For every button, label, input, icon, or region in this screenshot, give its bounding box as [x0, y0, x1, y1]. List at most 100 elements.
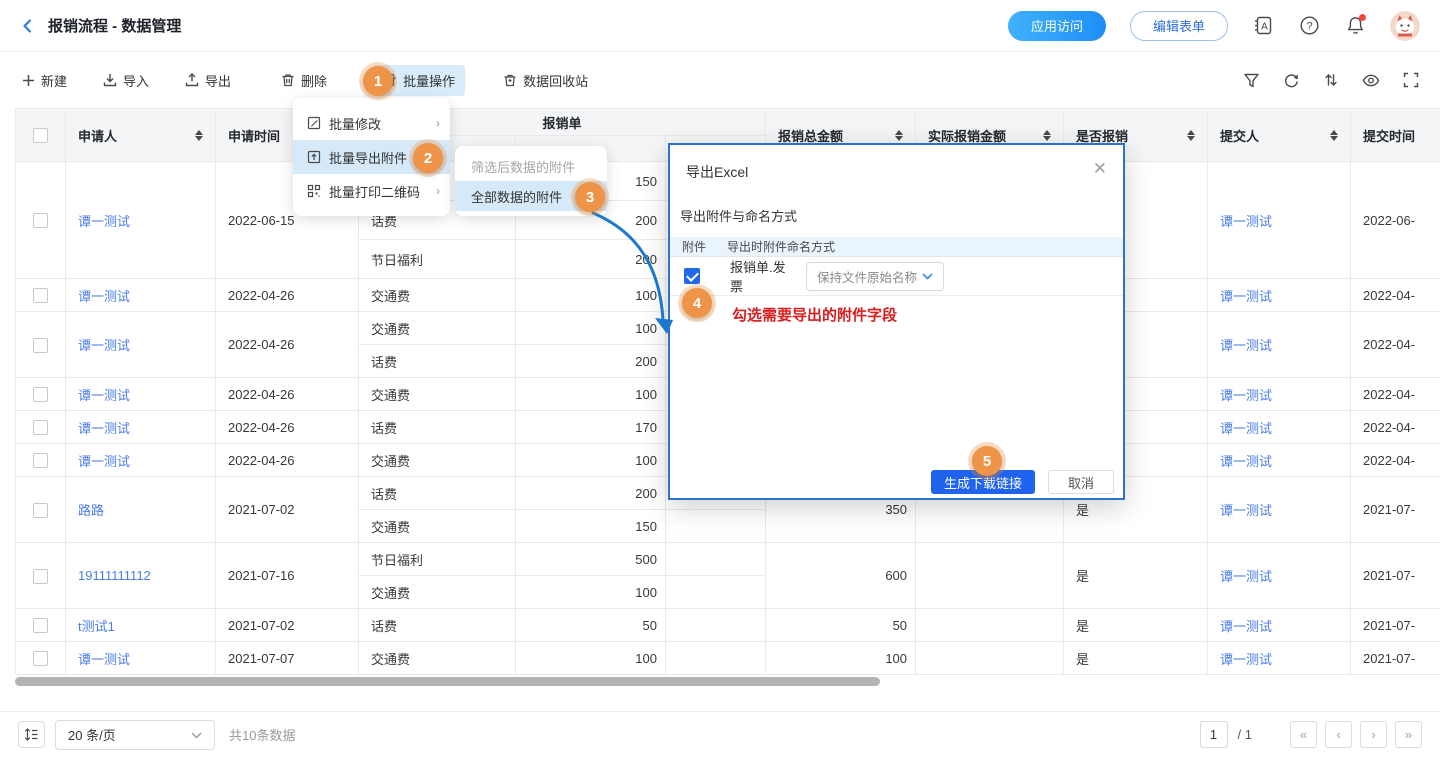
expense-extra-cell — [666, 642, 766, 675]
expense-extra-cell — [666, 609, 766, 642]
back-button[interactable] — [20, 18, 36, 34]
applicant-link[interactable]: 谭一测试 — [78, 289, 130, 304]
applicant-link[interactable]: 路路 — [78, 503, 104, 518]
sort-reimbursed[interactable] — [1187, 130, 1195, 141]
submitter-link[interactable]: 谭一测试 — [1220, 214, 1272, 229]
page-number-input[interactable]: 1 — [1200, 721, 1228, 748]
actual-amount-cell — [916, 543, 1064, 609]
table-toolbar: 新建 导入 导出 删除 批量操作 数据回收站 — [0, 52, 1440, 108]
page-size-select[interactable]: 20 条/页 — [55, 720, 215, 750]
expense-amount-cell: 50 — [516, 609, 666, 642]
expense-amount-cell: 100 — [516, 312, 666, 345]
row-select-cell — [16, 642, 66, 675]
refresh-icon[interactable] — [1282, 71, 1300, 89]
last-page-button[interactable]: » — [1395, 721, 1422, 748]
row-checkbox[interactable] — [33, 453, 48, 468]
edit-form-button[interactable]: 编辑表单 — [1130, 11, 1228, 41]
menu-item-batch-print-qrcode[interactable]: 批量打印二维码 › — [293, 174, 450, 208]
applicant-link[interactable]: 谭一测试 — [78, 454, 130, 469]
notification-bell-icon[interactable] — [1344, 15, 1366, 37]
applicant-cell: t测试1 — [66, 609, 216, 642]
sort-submitter[interactable] — [1330, 130, 1338, 141]
sort-icon[interactable] — [1322, 71, 1340, 89]
submitter-cell: 谭一测试 — [1208, 312, 1351, 378]
page-total-text: / 1 — [1238, 727, 1252, 742]
submitter-link[interactable]: 谭一测试 — [1220, 421, 1272, 436]
row-checkbox[interactable] — [33, 651, 48, 666]
expense-amount-cell: 200 — [516, 240, 666, 279]
fullscreen-icon[interactable] — [1402, 71, 1420, 89]
sort-total[interactable] — [895, 130, 903, 141]
export-button[interactable]: 导出 — [181, 65, 235, 96]
actual-amount-cell — [916, 609, 1064, 642]
submitter-link[interactable]: 谭一测试 — [1220, 569, 1272, 584]
visibility-icon[interactable] — [1362, 71, 1380, 89]
filter-icon[interactable] — [1242, 71, 1260, 89]
row-checkbox[interactable] — [33, 288, 48, 303]
import-button[interactable]: 导入 — [99, 65, 153, 96]
horizontal-scrollbar[interactable] — [15, 677, 880, 686]
applicant-link[interactable]: 谭一测试 — [78, 338, 130, 353]
help-icon[interactable]: ? — [1298, 15, 1320, 37]
close-icon[interactable]: ✕ — [1093, 162, 1107, 176]
applicant-link[interactable]: 谭一测试 — [78, 388, 130, 403]
submitter-link[interactable]: 谭一测试 — [1220, 388, 1272, 403]
sort-actual[interactable] — [1043, 130, 1051, 141]
row-checkbox[interactable] — [33, 569, 48, 584]
submitter-link[interactable]: 谭一测试 — [1220, 619, 1272, 634]
recycle-bin-button[interactable]: 数据回收站 — [499, 65, 592, 96]
row-checkbox[interactable] — [33, 338, 48, 353]
row-select-cell — [16, 444, 66, 477]
expense-type-cell: 节日福利 — [359, 240, 516, 279]
row-height-button[interactable] — [18, 721, 45, 748]
sort-applicant[interactable] — [195, 130, 203, 141]
row-checkbox[interactable] — [33, 213, 48, 228]
row-checkbox[interactable] — [33, 387, 48, 402]
expense-type-cell: 话费 — [359, 477, 516, 510]
chevron-right-icon: › — [436, 116, 440, 130]
applicant-link[interactable]: 谭一测试 — [78, 652, 130, 667]
submitter-link[interactable]: 谭一测试 — [1220, 454, 1272, 469]
applicant-link[interactable]: 谭一测试 — [78, 421, 130, 436]
submitter-cell: 谭一测试 — [1208, 543, 1351, 609]
next-page-button[interactable]: › — [1360, 721, 1387, 748]
cancel-button[interactable]: 取消 — [1048, 470, 1114, 494]
avatar[interactable] — [1390, 11, 1420, 41]
submitter-link[interactable]: 谭一测试 — [1220, 652, 1272, 667]
submenu-item-filtered-attachments[interactable]: 筛选后数据的附件 — [455, 151, 607, 181]
expense-type-cell: 交通费 — [359, 510, 516, 543]
submitter-link[interactable]: 谭一测试 — [1220, 338, 1272, 353]
row-select-cell — [16, 378, 66, 411]
row-checkbox[interactable] — [33, 503, 48, 518]
submit-time-cell: 2021-07- — [1351, 609, 1440, 642]
row-select-cell — [16, 477, 66, 543]
applicant-cell: 谭一测试 — [66, 378, 216, 411]
row-checkbox[interactable] — [33, 618, 48, 633]
expense-type-cell: 话费 — [359, 411, 516, 444]
language-icon[interactable]: A — [1252, 15, 1274, 37]
app-access-button[interactable]: 应用访问 — [1008, 11, 1106, 41]
menu-item-batch-edit[interactable]: 批量修改 › — [293, 106, 450, 140]
applicant-link[interactable]: t测试1 — [78, 619, 115, 634]
reimbursed-cell: 是 — [1064, 543, 1208, 609]
attachment-table-header: 附件 导出时附件命名方式 — [670, 237, 1123, 257]
submitter-link[interactable]: 谭一测试 — [1220, 289, 1272, 304]
expense-amount-cell: 100 — [516, 279, 666, 312]
select-all-cell — [16, 109, 66, 162]
delete-button[interactable]: 删除 — [277, 65, 331, 96]
attachment-checkbox[interactable] — [684, 268, 700, 284]
first-page-button[interactable]: « — [1290, 721, 1317, 748]
applicant-link[interactable]: 19111111112 — [78, 568, 151, 583]
submitter-link[interactable]: 谭一测试 — [1220, 503, 1272, 518]
table-row: t测试12021-07-02话费5050是谭一测试2021-07- — [16, 609, 1440, 642]
expense-type-cell: 话费 — [359, 345, 516, 378]
applicant-cell: 谭一测试 — [66, 279, 216, 312]
new-button[interactable]: 新建 — [18, 65, 71, 96]
applicant-link[interactable]: 谭一测试 — [78, 214, 130, 229]
naming-mode-select[interactable]: 保持文件原始名称 — [806, 262, 944, 291]
expense-type-cell: 交通费 — [359, 312, 516, 345]
select-all-checkbox[interactable] — [33, 128, 48, 143]
row-checkbox[interactable] — [33, 420, 48, 435]
prev-page-button[interactable]: ‹ — [1325, 721, 1352, 748]
chevron-down-icon — [922, 269, 933, 283]
